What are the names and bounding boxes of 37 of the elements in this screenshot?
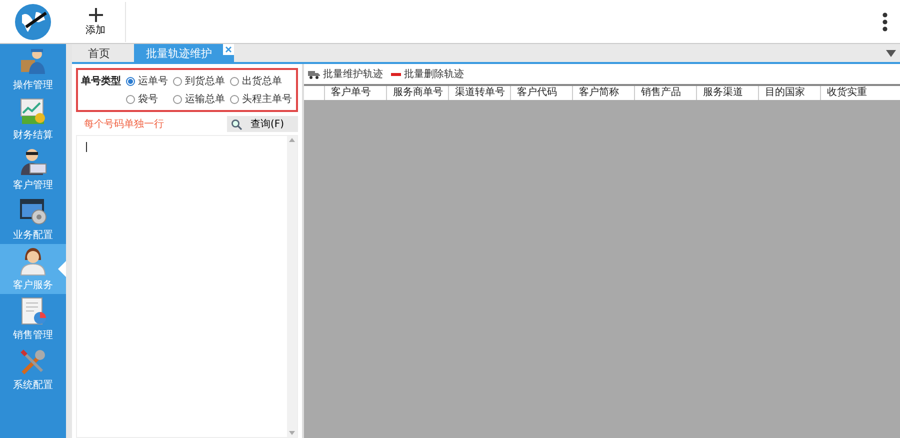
- radio-circle[interactable]: [173, 76, 182, 86]
- add-button[interactable]: 添加: [66, 2, 126, 42]
- radio-option[interactable]: 到货总单: [173, 74, 226, 88]
- radio-option[interactable]: 运单号: [126, 74, 169, 88]
- radio-option[interactable]: 出货总单: [230, 74, 293, 88]
- person-icon: [18, 246, 48, 276]
- sidebar-item[interactable]: 操作管理: [0, 44, 66, 94]
- truck-icon: [308, 70, 320, 78]
- window-gear-icon: [18, 196, 48, 226]
- globe-logo-icon: [14, 2, 52, 40]
- query-button[interactable]: 查询(F): [227, 116, 298, 132]
- radio-option[interactable]: 运输总单: [173, 92, 226, 106]
- radio-circle[interactable]: [126, 76, 135, 86]
- sidebar-item[interactable]: 财务结算: [0, 94, 66, 144]
- radio-circle[interactable]: [173, 94, 182, 104]
- toolbar-button[interactable]: 批量删除轨迹: [391, 67, 464, 81]
- radio-circle[interactable]: [230, 94, 239, 104]
- vertical-dots-icon: [882, 12, 888, 32]
- sidebar-item[interactable]: 销售管理: [0, 294, 66, 344]
- plus-icon: [88, 6, 104, 22]
- sidebar-item[interactable]: 业务配置: [0, 194, 66, 244]
- toolbar-button[interactable]: 批量维护轨迹: [308, 67, 383, 81]
- dropdown-triangle-icon[interactable]: [886, 50, 896, 56]
- person-laptop-icon: [18, 146, 48, 176]
- sidebar-item[interactable]: 系统配置: [0, 344, 66, 394]
- chart-money-icon: [18, 96, 48, 126]
- sidebar-item[interactable]: 客户管理: [0, 144, 66, 194]
- minus-icon: [391, 72, 401, 76]
- magnifier-icon: [231, 118, 242, 130]
- worker-icon: [18, 46, 48, 76]
- radio-circle[interactable]: [126, 94, 135, 104]
- hint-text: 每个号码单独一行: [83, 118, 164, 131]
- close-tab-icon[interactable]: [223, 44, 234, 55]
- radio-option[interactable]: 袋号: [126, 92, 169, 106]
- order-type-label: 单号类型: [81, 74, 122, 88]
- radio-circle[interactable]: [230, 76, 239, 86]
- radio-option[interactable]: 头程主单号: [230, 92, 293, 106]
